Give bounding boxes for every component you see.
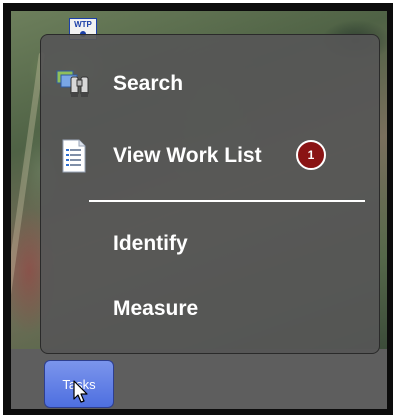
menu-divider <box>89 200 365 202</box>
menu-item-label: Search <box>113 72 184 95</box>
tasks-menu: Search View Work List 1 Identify Measure <box>40 34 380 354</box>
menu-item-measure[interactable]: Measure <box>41 284 379 334</box>
wtp-marker-label: WTP <box>74 20 92 29</box>
work-list-count-badge: 1 <box>296 140 326 170</box>
mouse-cursor-icon <box>73 380 89 404</box>
bottom-toolbar: Tasks <box>11 349 387 409</box>
menu-item-view-work-list[interactable]: View Work List 1 <box>41 131 379 181</box>
document-list-icon <box>55 139 91 173</box>
menu-item-search[interactable]: Search <box>41 59 379 109</box>
menu-item-label: Measure <box>113 297 199 320</box>
menu-item-label: View Work List <box>113 144 262 167</box>
binoculars-icon <box>55 67 91 101</box>
menu-item-label: Identify <box>113 232 188 255</box>
menu-item-identify[interactable]: Identify <box>41 219 379 269</box>
